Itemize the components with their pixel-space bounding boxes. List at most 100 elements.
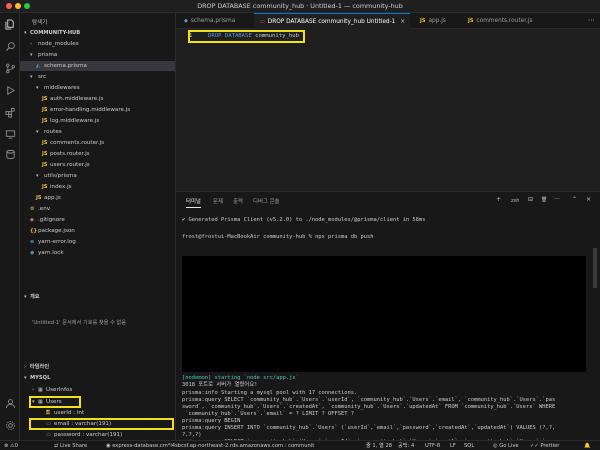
tree-item-label: users.router.js xyxy=(50,162,90,168)
status-bar: ⊗ ⚠0 ⇄ Live Share ◉ express-database.cm*… xyxy=(0,440,600,450)
terminal-line: prisma:query BEGIN xyxy=(182,418,241,424)
close-icon[interactable]: × xyxy=(400,19,405,25)
tab-app-js[interactable]: JS app.js xyxy=(412,13,460,29)
go-live-button[interactable]: ◎ Go Live xyxy=(493,442,519,450)
tree-item-app-js[interactable]: JS app.js xyxy=(20,193,175,203)
tree-item-prisma[interactable]: ▾ prisma xyxy=(20,50,175,60)
tree-item-src[interactable]: ▾ src xyxy=(20,72,175,82)
gear-icon[interactable] xyxy=(3,418,17,432)
tree-item-index-js[interactable]: JS index.js xyxy=(20,182,175,192)
tab-schema-prisma[interactable]: ◆ schema.prisma xyxy=(176,13,254,29)
js-file-icon: JS xyxy=(42,151,48,157)
tab-untitled-1[interactable]: ▭ DROP DATABASE community_hub Untitled-1 … xyxy=(254,13,410,29)
db-item-label: password : varchar(191) xyxy=(54,432,123,438)
js-file-icon: JS xyxy=(42,162,48,168)
terminal-scrollbar[interactable] xyxy=(593,248,597,288)
chevron-down-icon: ▾ xyxy=(24,30,27,36)
table-icon: ▦ xyxy=(38,387,43,393)
tree-item-node-modules[interactable]: › node_modules xyxy=(20,39,175,49)
chevron-right-icon: › xyxy=(32,387,34,393)
encoding[interactable]: UTF-8 xyxy=(425,442,440,450)
js-file-icon: JS xyxy=(42,184,48,190)
chevron-down-icon: ▾ xyxy=(24,375,27,381)
project-root[interactable]: ▾ COMMUNITY-HUB xyxy=(20,28,175,38)
terminal-shell-label[interactable]: zsh xyxy=(511,198,519,204)
terminal-line: sword`, `community_hub`.`Users`.`created… xyxy=(182,404,556,410)
mysql-section-header[interactable]: ▾ MYSQL xyxy=(20,373,175,383)
add-terminal-icon[interactable]: + xyxy=(496,196,501,203)
tree-item-yarn-lock[interactable]: ◉ yarn.lock xyxy=(20,248,175,258)
tree-item-label: .env xyxy=(38,206,51,212)
db-connection-status[interactable]: ◉ express-database.cm*i4sbcsf.ap-northea… xyxy=(106,442,314,450)
tree-item-yarn-error-log[interactable]: ≡ yarn-error.log xyxy=(20,237,175,247)
tree-item--env[interactable]: ⚙ .env xyxy=(20,204,175,214)
terminal-output[interactable]: ✔ Generated Prisma Client (v5.2.0) to ./… xyxy=(176,208,600,450)
tree-item-log-middleware-js[interactable]: JS log.middleware.js xyxy=(20,116,175,126)
source-control-icon[interactable] xyxy=(3,61,17,75)
database-icon[interactable] xyxy=(3,147,17,161)
js-file-icon: JS xyxy=(420,18,426,24)
explorer-sidebar: 탐색기 ▾ COMMUNITY-HUB › node_modules ▾ prisma… xyxy=(20,13,176,440)
remote-explorer-icon[interactable] xyxy=(3,127,17,141)
tree-item-label: error-handling.middleware.js xyxy=(50,107,131,113)
tree-item--gitignore[interactable]: ◆ .gitignore xyxy=(20,215,175,225)
tab-problems[interactable]: 문제 xyxy=(213,197,223,205)
db-item-password[interactable]: ▭ password : varchar(191) xyxy=(20,430,175,440)
tab-output[interactable]: 출력 xyxy=(233,197,243,205)
tree-item-auth-middleware-js[interactable]: JS auth.middleware.js xyxy=(20,94,175,104)
more-actions-icon[interactable]: ··· xyxy=(554,196,560,203)
close-panel-icon[interactable]: × xyxy=(586,196,591,203)
extensions-icon[interactable] xyxy=(3,105,17,119)
yarn-file-icon: ◉ xyxy=(30,250,35,256)
highlight-email-column xyxy=(29,418,174,430)
tree-item-utils-prisma[interactable]: ▾ utils/prisma xyxy=(20,171,175,181)
tree-item-error-handling-middleware-js[interactable]: JS error-handling.middleware.js xyxy=(20,105,175,115)
run-debug-icon[interactable] xyxy=(3,83,17,97)
tree-item-package-json[interactable]: {} package.json xyxy=(20,226,175,236)
indentation[interactable]: 공백: 4 xyxy=(398,442,414,450)
js-file-icon: JS xyxy=(42,118,48,124)
outline-section-header[interactable]: ▾ 개요 xyxy=(20,292,175,302)
split-terminal-icon[interactable]: ⊟ xyxy=(528,196,533,203)
explorer-icon[interactable] xyxy=(3,17,17,31)
terminal-panel: 터미널 문제 출력 디버그 콘솔 + zsh ⊟ 🗑 ··· ⌃ × ✔ Gen… xyxy=(176,191,600,450)
key-icon: ⚿ xyxy=(46,410,50,416)
tree-item-users-router-js[interactable]: JS users.router.js xyxy=(20,160,175,170)
prettier-status[interactable]: ✓✓ Prettier xyxy=(530,442,559,450)
chevron-down-icon: ▾ xyxy=(30,52,33,58)
line-ending[interactable]: LF xyxy=(450,442,456,450)
notifications-icon[interactable]: 🔔 xyxy=(584,442,590,450)
tree-item-schema-prisma[interactable]: ◭ schema.prisma xyxy=(20,61,175,71)
chevron-right-icon: › xyxy=(30,41,32,47)
more-tabs-icon[interactable]: ⋯ xyxy=(588,16,595,24)
tab-debug-console[interactable]: 디버그 콘솔 xyxy=(253,197,280,205)
tab-terminal[interactable]: 터미널 xyxy=(186,197,201,208)
git-file-icon: ◆ xyxy=(30,217,34,223)
log-file-icon: ≡ xyxy=(30,239,35,245)
tree-item-comments-router-js[interactable]: JS comments.router.js xyxy=(20,138,175,148)
terminal-line: [nodemon] starting `node src/app.js` xyxy=(182,375,299,381)
search-icon[interactable] xyxy=(3,39,17,53)
tree-item-posts-router-js[interactable]: JS posts.router.js xyxy=(20,149,175,159)
tree-item-routes[interactable]: ▾ routes xyxy=(20,127,175,137)
db-item-userid[interactable]: ⚿ userId : int xyxy=(20,408,175,418)
js-file-icon: JS xyxy=(36,195,42,201)
remote-indicator-icon[interactable]: ⊗ ⚠0 xyxy=(4,442,18,450)
js-file-icon: JS xyxy=(42,107,48,113)
db-item-userinfos[interactable]: › ▦ UserInfos xyxy=(20,385,175,395)
tree-item-label: comments.router.js xyxy=(50,140,105,146)
tab-comments-router-js[interactable]: JS comments.router.js xyxy=(460,13,550,29)
language-mode[interactable]: SQL xyxy=(464,442,474,450)
activity-bar xyxy=(0,13,20,440)
tree-item-label: .gitignore xyxy=(38,217,65,223)
timeline-section-header[interactable]: › 타임라인 xyxy=(20,362,175,372)
tree-item-label: src xyxy=(38,74,47,80)
maximize-panel-icon[interactable]: ⌃ xyxy=(572,196,577,203)
tree-item-middlewares[interactable]: ▾ middlewares xyxy=(20,83,175,93)
cursor-position[interactable]: 줄 1, 열 28 xyxy=(366,442,392,450)
terminal-line: ?,?,?) xyxy=(182,432,202,438)
live-share-button[interactable]: ⇄ Live Share xyxy=(54,442,87,450)
trash-icon[interactable]: 🗑 xyxy=(541,197,547,203)
js-file-icon: JS xyxy=(468,18,474,24)
account-icon[interactable] xyxy=(3,396,17,410)
